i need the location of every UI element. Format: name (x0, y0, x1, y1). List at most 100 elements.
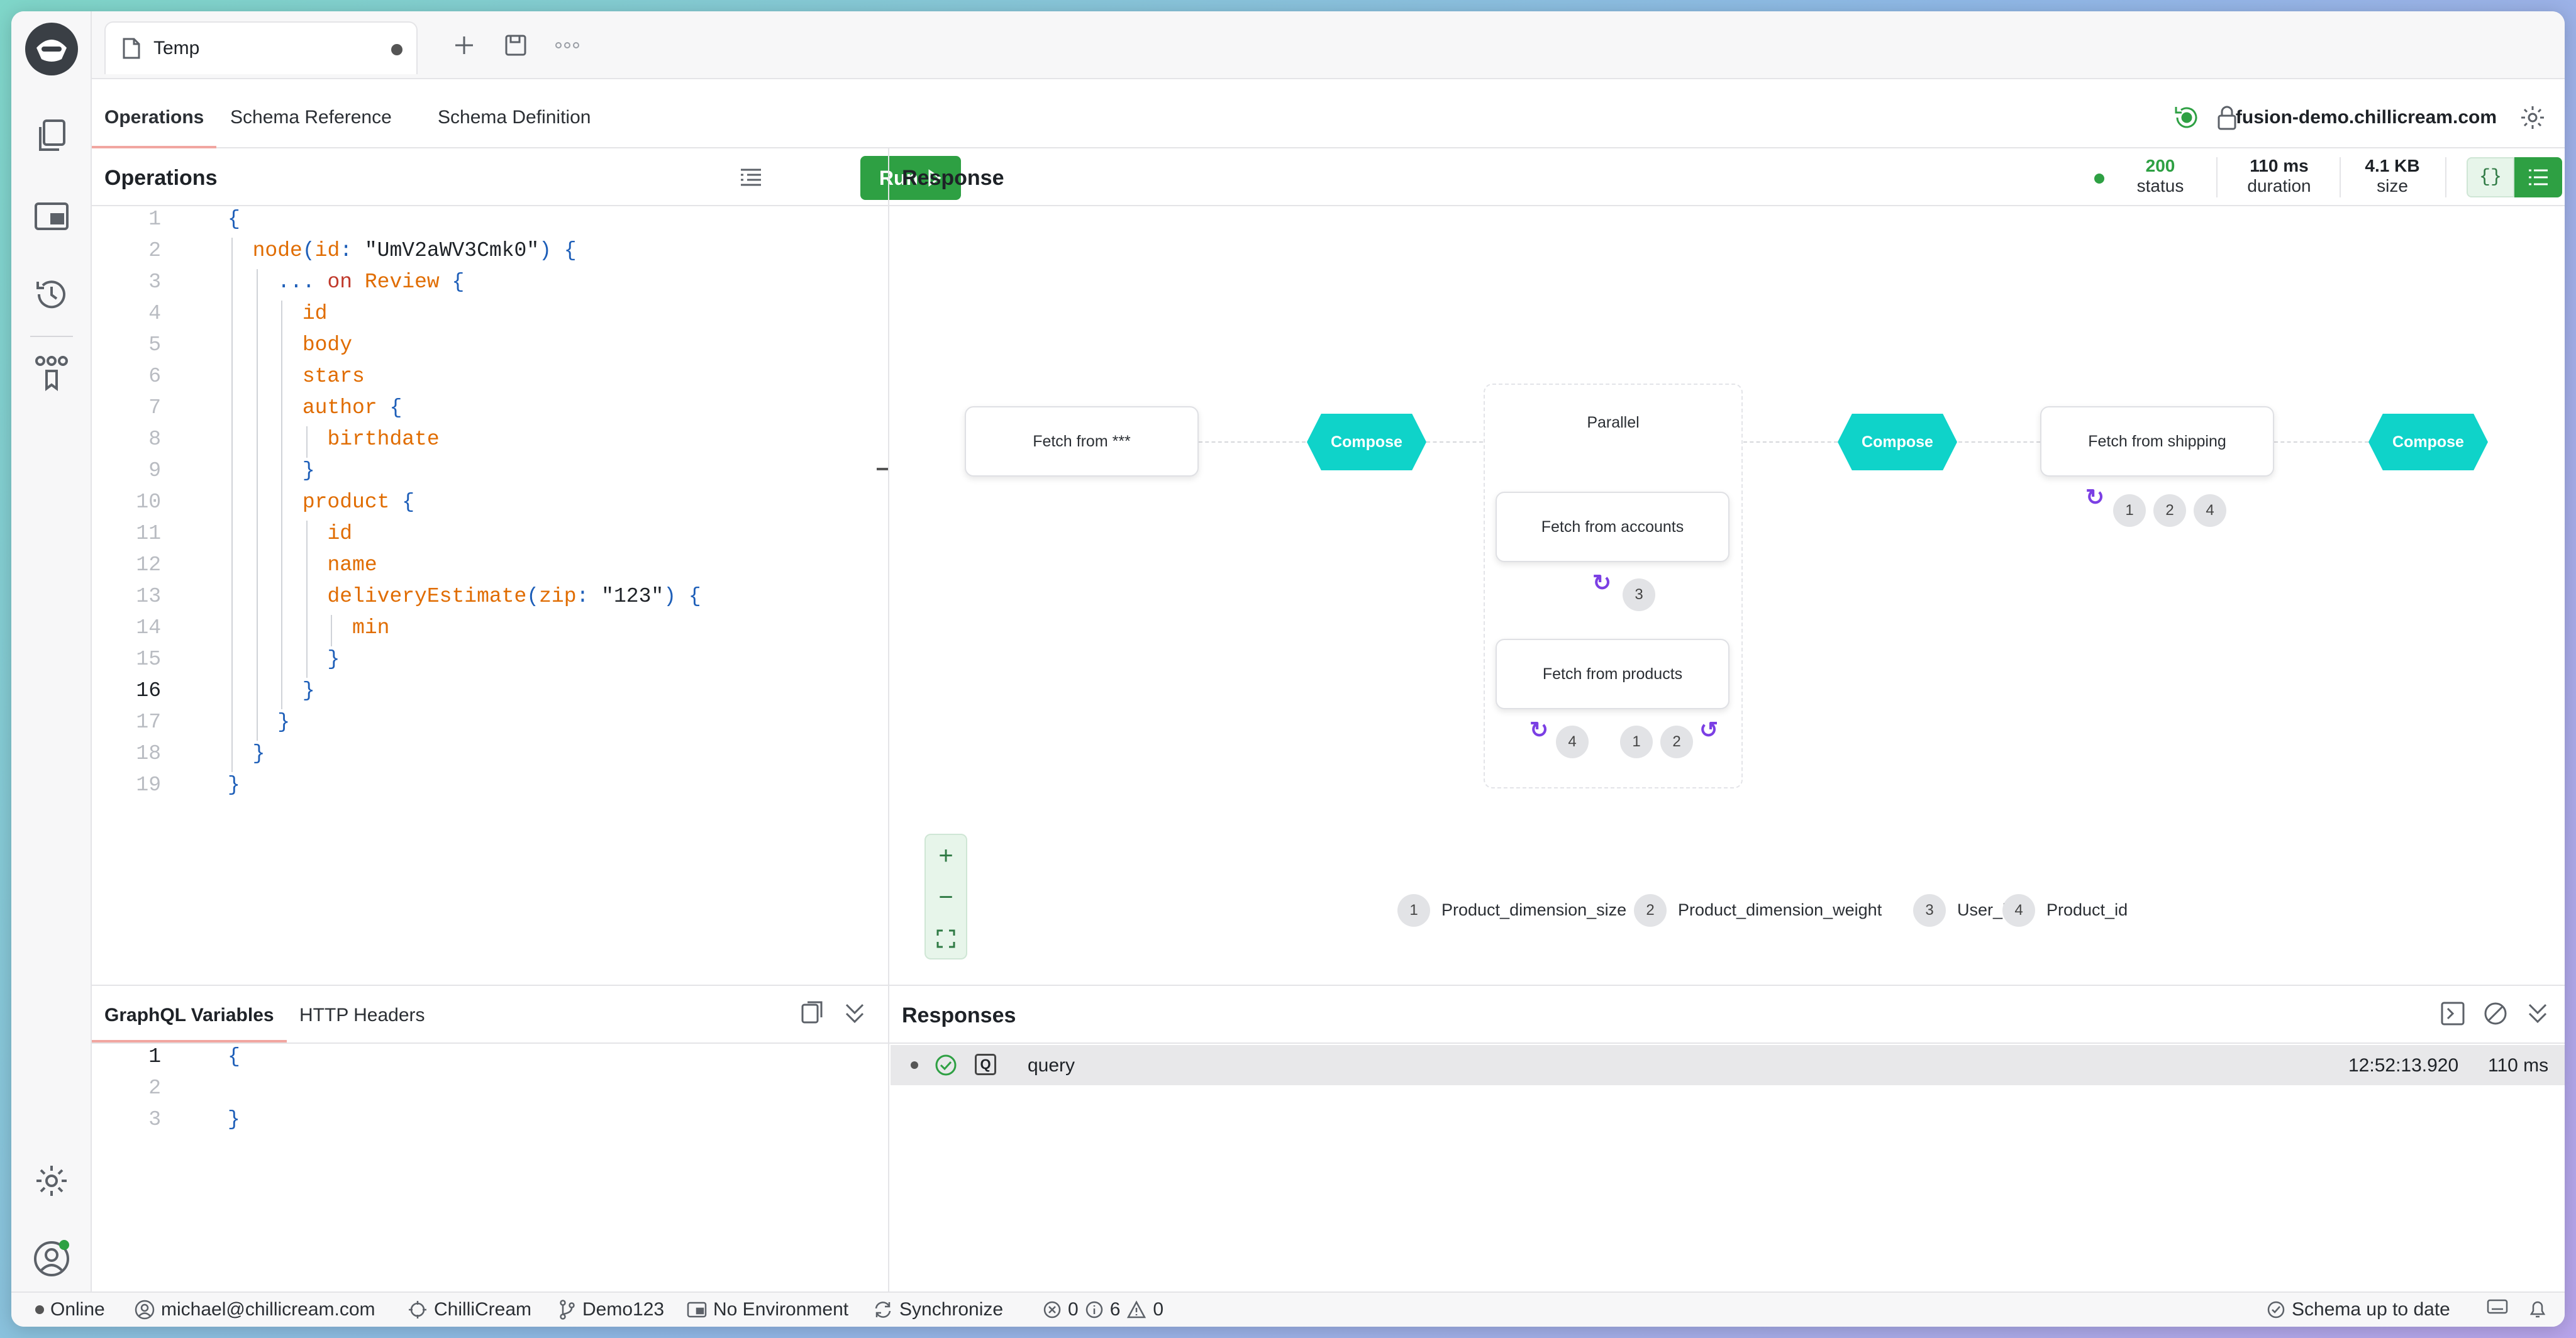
plan-view-toggle-icon[interactable] (2514, 157, 2562, 197)
schema-status[interactable]: Schema up to date (2267, 1299, 2450, 1320)
requires-arrow-icon: ↻ (1530, 717, 1549, 743)
duration-stat: 110 ms duration (2235, 156, 2323, 196)
new-tab-plus-icon[interactable] (449, 30, 479, 60)
indent-guide (306, 615, 308, 646)
notifications-icon[interactable] (2528, 1299, 2547, 1319)
tab-schema-definition[interactable]: Schema Definition (438, 107, 591, 128)
panel-divider[interactable] (888, 148, 889, 1291)
json-view-toggle-icon[interactable]: {} (2467, 157, 2514, 197)
provides-badge: 2 (1660, 726, 1693, 758)
environment-status[interactable]: No Environment (687, 1299, 848, 1320)
tab-schema-reference[interactable]: Schema Reference (230, 107, 392, 128)
legend-label: Product_dimension_weight (1678, 900, 1882, 919)
terminal-icon[interactable] (2440, 1001, 2465, 1029)
info-icon (1085, 1301, 1102, 1319)
zoom-in-icon[interactable]: + (926, 835, 966, 876)
line-number: 3 (148, 270, 161, 294)
documents-icon[interactable] (33, 117, 70, 155)
code-line: name (327, 553, 377, 577)
error-count: 0 (1068, 1299, 1079, 1320)
online-status[interactable]: Online (35, 1299, 105, 1320)
size-value: 4.1 KB (2365, 156, 2420, 175)
unsaved-dot-icon (391, 44, 402, 55)
organization-status[interactable]: ChilliCream (408, 1299, 531, 1320)
indent-guide (306, 583, 308, 615)
requirement-badge: 4 (1556, 726, 1589, 758)
more-options-icon[interactable] (552, 30, 582, 60)
copy-variables-icon[interactable] (800, 1000, 824, 1028)
indent-guide (281, 458, 283, 489)
line-number: 1 (148, 207, 161, 231)
plan-edge (1958, 441, 2040, 443)
tab-operations[interactable]: Operations (91, 107, 217, 148)
requirement-badge: 3 (1623, 578, 1655, 611)
schema-status-label: Schema up to date (2292, 1299, 2450, 1320)
synchronize-status[interactable]: Synchronize (873, 1299, 1003, 1320)
response-history-row[interactable]: Q query 12:52:13.920 110 ms (891, 1045, 2565, 1085)
bookmarks-icon[interactable] (33, 353, 70, 391)
line-number: 16 (136, 679, 161, 702)
code-line: birthdate (327, 428, 440, 451)
workspace-tabs: Operations Schema Reference Schema Defin… (91, 79, 2565, 148)
stat-divider (2340, 157, 2341, 197)
app-logo[interactable] (25, 23, 78, 75)
query-type-icon: Q (975, 1054, 996, 1075)
code-line: } (327, 648, 340, 671)
zoom-out-icon[interactable]: − (926, 876, 966, 918)
branch-icon (560, 1300, 575, 1320)
indent-guide (231, 741, 233, 772)
error-icon (1043, 1301, 1061, 1319)
settings-gear-icon[interactable] (33, 1162, 70, 1200)
response-operation-name: query (1028, 1055, 1075, 1076)
plan-node-fetch-star[interactable]: Fetch from *** (965, 406, 1199, 477)
status-dot-icon (2094, 174, 2104, 184)
branch-status[interactable]: Demo123 (558, 1299, 664, 1320)
line-number: 5 (148, 333, 161, 357)
format-query-icon[interactable] (738, 165, 763, 193)
history-icon[interactable] (33, 275, 70, 313)
legend-badge: 1 (1397, 894, 1430, 927)
plan-node-fetch-shipping[interactable]: Fetch from shipping (2040, 406, 2274, 477)
line-number: 1 (148, 1045, 161, 1068)
collapse-panel-icon[interactable] (843, 1001, 867, 1028)
endpoint-domain[interactable]: fusion-demo.chillicream.com (2236, 107, 2497, 128)
environment-name: No Environment (713, 1299, 849, 1320)
operation-editor[interactable]: 1 {2 node(id: "UmV2aWV3Cmk0") {3 ... on R… (92, 206, 888, 985)
plan-node-fetch-accounts[interactable]: Fetch from accounts (1496, 492, 1729, 562)
code-line: id (327, 522, 353, 545)
requirement-badge: 1 (2113, 494, 2146, 527)
tab-http-headers[interactable]: HTTP Headers (299, 1005, 425, 1026)
indent-guide (231, 395, 233, 426)
account-avatar-icon[interactable] (33, 1240, 70, 1278)
keyboard-icon[interactable] (2487, 1299, 2508, 1314)
collapse-panel-icon[interactable] (2526, 1001, 2550, 1028)
responses-title: Responses (902, 1004, 1016, 1027)
legend-label: Product_dimension_size (1441, 900, 1627, 919)
problems-summary[interactable]: 0 6 0 (1043, 1299, 1163, 1320)
indent-guide (231, 678, 233, 709)
picture-in-picture-icon[interactable] (33, 197, 70, 235)
indent-guide (256, 678, 258, 709)
variables-panel-header: GraphQL Variables HTTP Headers (92, 986, 888, 1044)
plan-node-fetch-products[interactable]: Fetch from products (1496, 639, 1729, 709)
clear-history-icon[interactable] (2483, 1001, 2508, 1029)
fit-view-icon[interactable] (926, 918, 966, 959)
status-label: status (2136, 176, 2184, 196)
plan-node-compose[interactable]: Compose (1838, 414, 1957, 470)
plan-edge (1743, 441, 1838, 443)
save-icon[interactable] (501, 30, 531, 60)
code-line: product { (302, 490, 415, 514)
connection-settings-icon[interactable] (2519, 104, 2546, 134)
user-status[interactable]: michael@chillicream.com (135, 1299, 375, 1320)
document-tab-temp[interactable]: Temp (104, 21, 418, 74)
plan-node-compose[interactable]: Compose (2368, 414, 2488, 470)
tab-graphql-variables[interactable]: GraphQL Variables (104, 1005, 274, 1026)
indent-guide (306, 552, 308, 583)
plan-node-compose[interactable]: Compose (1307, 414, 1426, 470)
connection-status-icon[interactable] (2174, 104, 2200, 134)
branch-name: Demo123 (582, 1299, 665, 1320)
line-number: 17 (136, 710, 161, 734)
variables-editor[interactable]: 1 {2 3} (92, 1044, 888, 1291)
provides-arrow-icon: ↺ (1699, 717, 1719, 743)
indent-guide (256, 395, 258, 426)
